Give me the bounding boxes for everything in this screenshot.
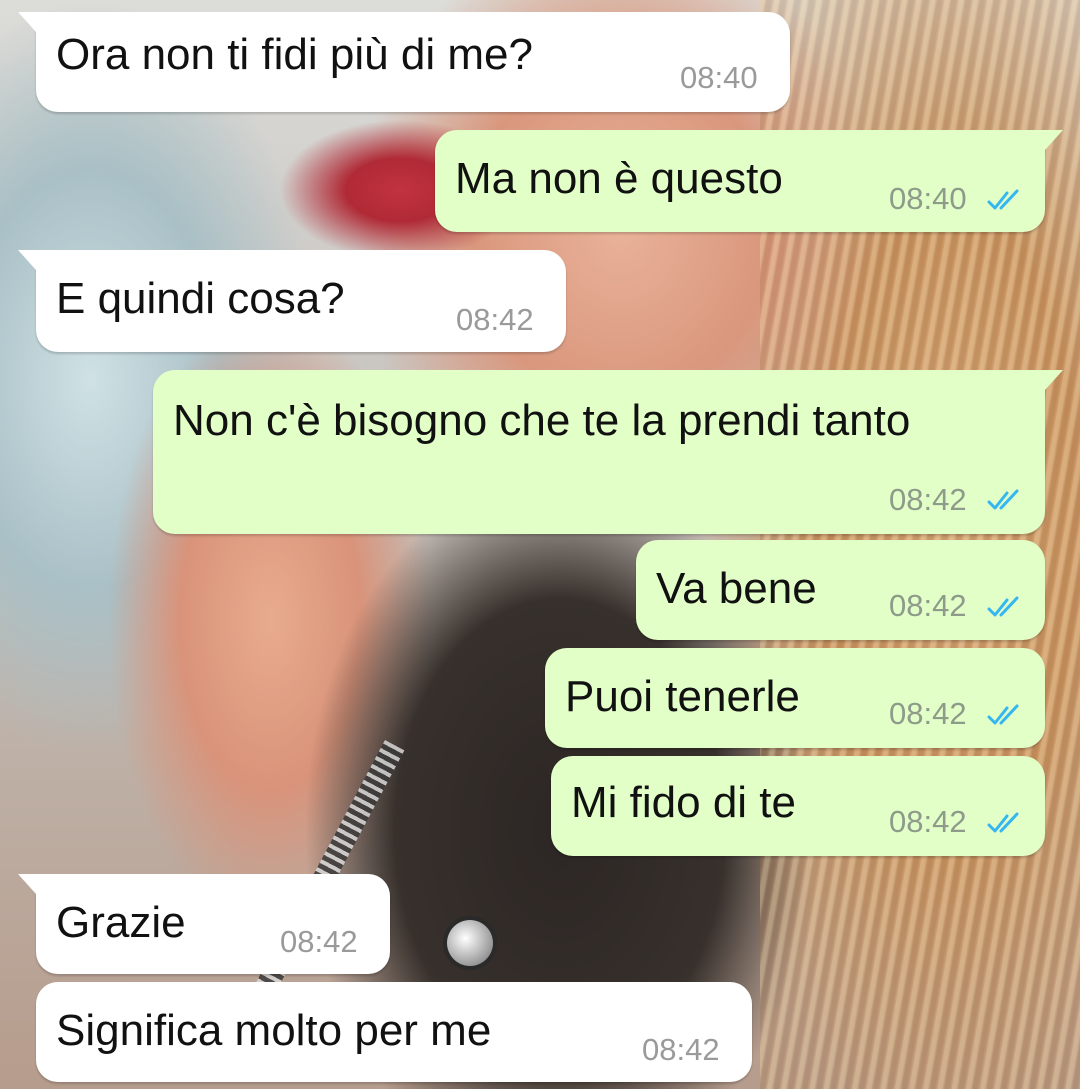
- message-time: 08:42: [456, 302, 534, 337]
- message-bubble-incoming[interactable]: Grazie 08:42: [18, 874, 390, 974]
- message-text: Ma non è questo: [455, 154, 783, 203]
- message-bubble-outgoing[interactable]: Ma non è questo 08:40: [435, 130, 1063, 232]
- message-text: E quindi cosa?: [56, 274, 345, 323]
- message-time: 08:42: [889, 804, 967, 839]
- message-time: 08:42: [642, 1032, 720, 1067]
- message-bubble-outgoing[interactable]: Puoi tenerle 08:42: [545, 648, 1045, 748]
- double-check-icon: [987, 812, 1019, 833]
- double-check-icon: [987, 489, 1019, 510]
- message-bubble-outgoing[interactable]: Va bene 08:42: [636, 540, 1045, 640]
- message-text: Significa molto per me: [56, 1006, 492, 1055]
- message-text: Non c'è bisogno che te la prendi tanto: [173, 396, 911, 445]
- message-bubble-outgoing[interactable]: Non c'è bisogno che te la prendi tanto 0…: [153, 370, 1063, 534]
- message-text: Puoi tenerle: [565, 672, 800, 721]
- message-text: Va bene: [656, 564, 817, 613]
- message-bubble-incoming[interactable]: E quindi cosa? 08:42: [18, 250, 566, 352]
- message-time: 08:40: [680, 60, 758, 95]
- message-time: 08:42: [280, 924, 358, 959]
- message-list[interactable]: Ora non ti fidi più di me? 08:40 Ma non …: [0, 0, 1080, 1089]
- message-text: Grazie: [56, 898, 186, 947]
- message-text: Mi fido di te: [571, 778, 796, 827]
- double-check-icon: [987, 189, 1019, 210]
- message-time: 08:42: [889, 696, 967, 731]
- message-time: 08:40: [889, 181, 967, 216]
- double-check-icon: [987, 704, 1019, 725]
- message-bubble-incoming[interactable]: Ora non ti fidi più di me? 08:40: [18, 12, 790, 112]
- double-check-icon: [987, 596, 1019, 617]
- message-text: Ora non ti fidi più di me?: [56, 30, 533, 79]
- message-bubble-outgoing[interactable]: Mi fido di te 08:42: [551, 756, 1045, 856]
- message-time: 08:42: [889, 588, 967, 623]
- message-bubble-incoming[interactable]: Significa molto per me 08:42: [36, 982, 752, 1082]
- message-time: 08:42: [889, 482, 967, 517]
